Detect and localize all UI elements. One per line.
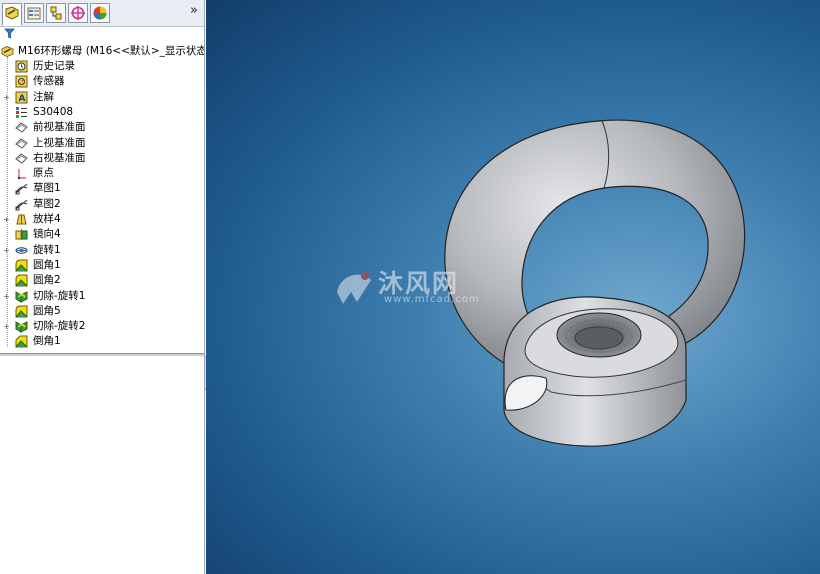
tree-item-label: 草图1 (33, 182, 61, 195)
tree-item[interactable]: 圆角5 (0, 304, 204, 319)
tree-item-label: S30408 (33, 105, 74, 118)
sensor-icon (15, 75, 28, 88)
tree-item-label: 注解 (33, 90, 54, 103)
sketch-icon (15, 184, 28, 195)
tree-item-label: 历史记录 (33, 60, 75, 72)
filter-bar (0, 27, 204, 41)
fillet-icon (15, 305, 28, 318)
tree-item-label: 倒角1 (33, 335, 61, 348)
tree-item[interactable]: + 切除-旋转2 (0, 319, 204, 334)
feature-manager-panel: » M16环形螺母 (M16<<默认>_显示状态 历史记录传感器 + A 注解 S304… (0, 0, 205, 574)
manager-tabs: » (0, 0, 204, 27)
configuration-manager-icon (50, 6, 62, 20)
tree-item[interactable]: 右视基准面 (0, 151, 204, 166)
plane-icon (15, 153, 28, 164)
tree-item[interactable]: + 放样4 (0, 212, 204, 227)
plane-icon (15, 137, 28, 149)
cut-revolve-icon (15, 321, 28, 333)
tree-item-label: 上视基准面 (33, 136, 86, 149)
tree-item-label: 圆角5 (33, 304, 61, 317)
tree-item[interactable]: + 旋转1 (0, 243, 204, 258)
tree-item[interactable]: 历史记录 (0, 59, 204, 74)
tree-item-label: 旋转1 (33, 243, 61, 256)
fillet-icon (15, 274, 28, 287)
panel-splitter[interactable] (0, 353, 204, 356)
watermark-url: www.mfcad.com (384, 294, 480, 305)
feature-tree: M16环形螺母 (M16<<默认>_显示状态 历史记录传感器 + A 注解 S30408… (0, 42, 204, 354)
fillet-icon (15, 259, 28, 272)
tree-item-label: 传感器 (33, 75, 65, 88)
annotation-icon: A (15, 91, 28, 104)
plane-icon (15, 122, 28, 133)
loft-icon (16, 214, 27, 225)
expand-icon[interactable]: + (3, 93, 10, 101)
filter-icon[interactable] (4, 28, 15, 39)
tree-item[interactable]: 圆角1 (0, 258, 204, 273)
tree-item-label: 草图2 (33, 197, 61, 210)
tree-item-label: 右视基准面 (33, 151, 86, 164)
tree-item[interactable]: 原点 (0, 166, 204, 181)
material-icon (16, 106, 27, 118)
tree-root-label: M16环形螺母 (M16<<默认>_显示状态 (18, 45, 205, 57)
more-tabs-button[interactable]: » (190, 3, 198, 18)
expand-icon[interactable]: + (3, 216, 10, 224)
tree-item[interactable]: S30408 (0, 105, 204, 120)
tree-item-label: 圆角1 (33, 258, 61, 271)
dimxpert-tab[interactable] (68, 3, 88, 23)
tree-item-label: 切除-旋转1 (33, 289, 86, 302)
part-icon (1, 46, 14, 57)
tree-item[interactable]: 镜向4 (0, 227, 204, 242)
tree-item[interactable]: + A 注解 (0, 90, 204, 105)
history-icon (15, 60, 28, 73)
tree-item-label: 切除-旋转2 (33, 320, 86, 333)
tree-item[interactable]: 前视基准面 (0, 120, 204, 135)
display-manager-tab[interactable] (90, 3, 110, 23)
tree-item-label: 原点 (33, 167, 54, 180)
expand-icon[interactable]: + (3, 323, 10, 331)
configuration-manager-tab[interactable] (46, 3, 66, 23)
tree-item[interactable]: 草图2 (0, 197, 204, 212)
expand-icon[interactable]: + (3, 246, 10, 254)
dimxpert-icon (71, 6, 85, 20)
origin-icon (17, 169, 26, 180)
display-manager-icon (93, 6, 107, 20)
tree-root-part[interactable]: M16环形螺母 (M16<<默认>_显示状态 (0, 44, 204, 59)
tree-item-label: 前视基准面 (33, 121, 86, 134)
expand-icon[interactable]: + (3, 292, 10, 300)
eye-nut-model (444, 119, 746, 447)
tree-item-label: 圆角2 (33, 274, 61, 287)
feature-manager-icon (5, 6, 19, 20)
tree-item[interactable]: + 切除-旋转1 (0, 289, 204, 304)
feature-manager-tab[interactable] (2, 3, 22, 26)
sketch-icon (15, 199, 28, 211)
mirror-icon (15, 229, 28, 241)
chamfer-icon (15, 335, 28, 348)
property-manager-tab[interactable] (24, 3, 44, 23)
graphics-viewport[interactable] (206, 0, 820, 574)
tree-item[interactable]: 倒角1 (0, 334, 204, 349)
tree-item[interactable]: 上视基准面 (0, 136, 204, 151)
property-manager-icon (27, 7, 41, 20)
tree-item-label: 放样4 (33, 213, 61, 225)
tree-item[interactable]: 草图1 (0, 181, 204, 196)
svg-text:A: A (19, 94, 26, 104)
revolve-icon (15, 246, 28, 254)
tree-item[interactable]: 传感器 (0, 74, 204, 89)
tree-item[interactable]: 圆角2 (0, 273, 204, 288)
tree-item-label: 镜向4 (33, 228, 61, 241)
cut-revolve-icon (15, 290, 28, 303)
